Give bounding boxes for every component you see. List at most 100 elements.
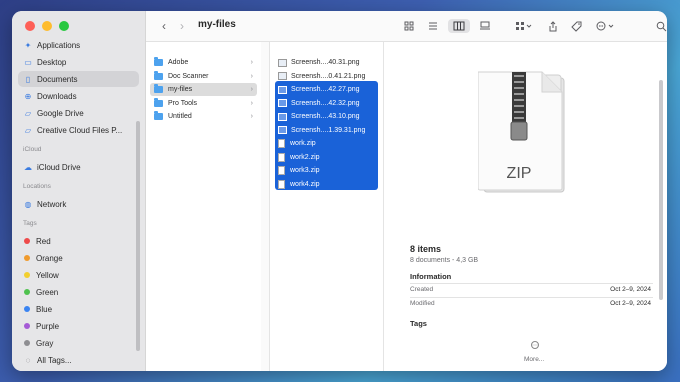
- window-controls: [25, 21, 69, 31]
- column-view-button[interactable]: [448, 19, 470, 33]
- toolbar: ‹ › my-files: [146, 11, 667, 42]
- sidebar-tag-all-tags[interactable]: ◌ All Tags...: [18, 352, 139, 368]
- folder-name: my-files: [168, 86, 193, 93]
- chevron-right-icon: ›: [250, 113, 253, 120]
- sidebar-item-google-drive[interactable]: ▱ Google Drive: [18, 105, 139, 121]
- sidebar-tag-label: Gray: [36, 338, 54, 348]
- image-file-icon: [278, 85, 287, 94]
- applications-icon: ✦: [24, 40, 32, 50]
- cloud-icon: ☁: [24, 162, 32, 172]
- tag-button[interactable]: [569, 19, 583, 33]
- section-header-locations: Locations: [23, 183, 51, 190]
- sidebar-item-downloads[interactable]: ⊕ Downloads: [18, 88, 139, 104]
- search-button[interactable]: [654, 19, 667, 33]
- sidebar-item-icloud-drive[interactable]: ☁ iCloud Drive: [18, 159, 139, 175]
- back-button[interactable]: ‹: [158, 19, 170, 33]
- modified-value: Oct 2–9, 2024: [610, 300, 651, 307]
- group-icon: [516, 22, 532, 30]
- sidebar-tag-orange[interactable]: Orange: [18, 250, 139, 266]
- sidebar-scrollbar[interactable]: [136, 121, 140, 351]
- gallery-view-button[interactable]: [478, 19, 492, 33]
- folder-icon: ▱: [24, 108, 32, 118]
- sidebar-item-applications[interactable]: ✦ Applications: [18, 37, 139, 53]
- file-row[interactable]: Screensh....42.27.png: [278, 83, 378, 96]
- folder-row[interactable]: Pro Tools ›: [150, 97, 257, 110]
- zip-label: ZIP: [507, 165, 532, 182]
- sidebar-tag-yellow[interactable]: Yellow: [18, 267, 139, 283]
- network-icon: ◍: [24, 199, 32, 209]
- sidebar-item-label: Network: [37, 199, 67, 209]
- sidebar-item-desktop[interactable]: ▭ Desktop: [18, 54, 139, 70]
- share-icon: [549, 20, 557, 31]
- sidebar-item-documents[interactable]: ▯ Documents: [18, 71, 139, 87]
- minimize-button[interactable]: [42, 21, 52, 31]
- sidebar-item-label: Desktop: [37, 57, 67, 67]
- columns-icon: [453, 21, 465, 31]
- folder-icon: [154, 57, 163, 66]
- tags-header: Tags: [410, 319, 427, 328]
- chevron-right-icon: ›: [250, 72, 253, 80]
- image-file-icon: [278, 72, 287, 80]
- group-button[interactable]: [513, 19, 535, 33]
- file-row[interactable]: Screensh....43.10.png: [278, 110, 378, 123]
- folder-row[interactable]: Untitled ›: [150, 110, 257, 123]
- zoom-button[interactable]: [59, 21, 69, 31]
- icon-view-button[interactable]: [402, 19, 416, 33]
- file-row[interactable]: Screensh....1.39.31.png: [278, 124, 378, 137]
- folder-icon: [154, 84, 163, 93]
- zip-file-icon: [278, 139, 285, 148]
- sidebar-item-creative-cloud-files-p[interactable]: ▱ Creative Cloud Files P...: [18, 122, 139, 138]
- close-button[interactable]: [25, 21, 35, 31]
- forward-button[interactable]: ›: [176, 19, 188, 33]
- folder-icon: ▱: [24, 125, 32, 135]
- folder-name: Untitled: [168, 113, 192, 120]
- sidebar-item-label: Google Drive: [37, 108, 84, 118]
- folder-row[interactable]: Adobe ›: [150, 56, 257, 69]
- folder-row[interactable]: my-files ›: [150, 83, 257, 96]
- section-header-tags: Tags: [23, 220, 37, 227]
- file-row[interactable]: work3.zip: [278, 164, 378, 177]
- sidebar-tag-label: Blue: [36, 304, 53, 314]
- folder-name: Pro Tools: [168, 99, 198, 107]
- tag-color-dot: [24, 323, 30, 329]
- more-actions-button[interactable]: [594, 19, 618, 33]
- file-row[interactable]: work.zip: [278, 137, 378, 150]
- more-button[interactable]: More...: [524, 356, 544, 363]
- file-name: Screensh....1.39.31.png: [291, 126, 366, 134]
- folder-row[interactable]: Doc Scanner ›: [150, 70, 257, 83]
- tag-icon: [570, 21, 581, 32]
- sidebar-tag-blue[interactable]: Blue: [18, 301, 139, 317]
- section-header-icloud: iCloud: [23, 146, 42, 153]
- file-row[interactable]: Screensh....42.32.png: [278, 97, 378, 110]
- image-file-icon: [278, 126, 287, 134]
- folder-icon: [154, 70, 163, 80]
- created-label: Created: [410, 286, 434, 293]
- sidebar: ✦ Applications ▭ Desktop ▯ Documents ⊕ Download…: [12, 11, 146, 371]
- preview-scrollbar[interactable]: [659, 80, 663, 300]
- desktop-icon: ▭: [24, 57, 32, 67]
- file-row[interactable]: Screensh....0.41.21.png: [278, 70, 378, 83]
- more-icon[interactable]: ⋯: [531, 341, 539, 349]
- download-icon: ⊕: [24, 91, 32, 101]
- sidebar-tag-purple[interactable]: Purple: [18, 318, 139, 334]
- sidebar-tag-label: Yellow: [36, 270, 59, 280]
- share-button[interactable]: [546, 19, 560, 33]
- sidebar-item-network[interactable]: ◍ Network: [18, 196, 139, 212]
- file-row[interactable]: Screensh....40.31.png: [278, 56, 378, 69]
- list-view-button[interactable]: [426, 19, 440, 33]
- column-divider[interactable]: [261, 42, 270, 371]
- sidebar-tag-label: Red: [36, 236, 51, 246]
- sidebar-tag-label: Orange: [36, 253, 63, 263]
- grid-icon: [404, 21, 414, 31]
- list-icon: [429, 22, 437, 30]
- selection-count: 8 items: [410, 244, 442, 254]
- file-row[interactable]: work4.zip: [278, 178, 378, 191]
- sidebar-tag-green[interactable]: Green: [18, 284, 139, 300]
- created-value: Oct 2–9, 2024: [610, 286, 651, 293]
- file-name: work3.zip: [290, 167, 320, 174]
- preview-pane: ZIP 8 items 8 documents - 4,3 GB Informa…: [390, 42, 667, 371]
- sidebar-tag-gray[interactable]: Gray: [18, 335, 139, 351]
- file-name: Screensh....0.41.21.png: [291, 72, 366, 80]
- sidebar-tag-red[interactable]: Red: [18, 233, 139, 249]
- file-row[interactable]: work2.zip: [278, 151, 378, 164]
